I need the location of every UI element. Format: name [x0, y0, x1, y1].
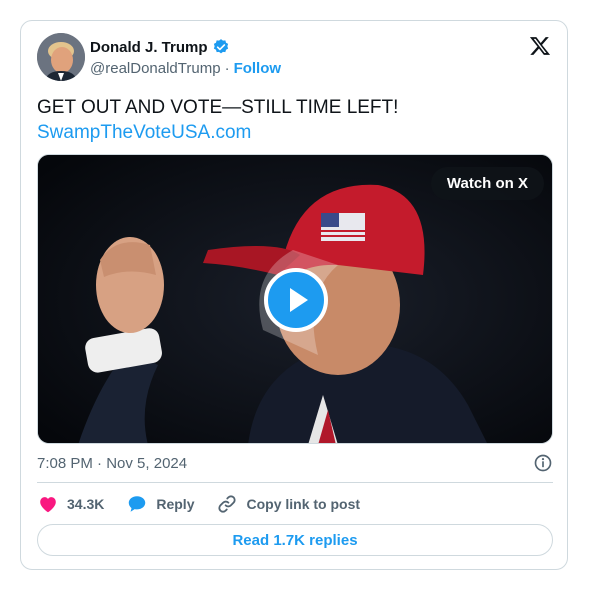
video-player[interactable]: Watch on X [37, 154, 553, 444]
like-count: 34.3K [67, 496, 105, 512]
author-handle-row: @realDonaldTrump · Follow [90, 60, 281, 77]
timestamp-separator: · [97, 454, 103, 472]
reply-label: Reply [156, 496, 195, 512]
avatar[interactable] [37, 33, 85, 81]
post-body: GET OUT AND VOTE—STILL TIME LEFT! [37, 97, 399, 118]
x-logo-icon[interactable] [529, 35, 551, 57]
divider [37, 482, 553, 483]
embedded-post-card: Donald J. Trump @realDonaldTrump · Follo… [20, 20, 568, 570]
author-handle[interactable]: @realDonaldTrump [90, 60, 221, 77]
author-name-row: Donald J. Trump [90, 38, 230, 56]
post-text: GET OUT AND VOTE—STILL TIME LEFT! SwampT… [37, 95, 547, 145]
follow-button[interactable]: Follow [234, 60, 282, 77]
heart-icon [40, 497, 56, 513]
handle-separator: · [224, 60, 230, 77]
reply-bubble-icon [129, 496, 146, 512]
copy-link-button[interactable]: Copy link to post [216, 493, 360, 515]
read-replies-button[interactable]: Read 1.7K replies [37, 524, 553, 556]
info-icon[interactable] [533, 453, 553, 473]
author-name[interactable]: Donald J. Trump [90, 39, 208, 56]
like-button[interactable]: 34.3K [37, 493, 104, 515]
watch-on-x-button[interactable]: Watch on X [430, 167, 544, 200]
copy-link-label: Copy link to post [246, 496, 361, 512]
verified-badge-icon [213, 39, 228, 54]
post-time: 7:08 PM [37, 454, 93, 472]
play-icon [290, 288, 308, 312]
play-button[interactable] [264, 268, 328, 332]
post-timestamp[interactable]: 7:08 PM · Nov 5, 2024 [37, 455, 187, 472]
post-meta-row: 7:08 PM · Nov 5, 2024 [37, 453, 553, 473]
post-actions: 34.3K Reply Copy link to post [37, 493, 382, 515]
post-link[interactable]: SwampTheVoteUSA.com [37, 120, 547, 145]
avatar-image [37, 33, 85, 81]
link-icon [218, 495, 237, 513]
reply-button[interactable]: Reply [126, 493, 194, 515]
post-date: Nov 5, 2024 [106, 454, 188, 472]
